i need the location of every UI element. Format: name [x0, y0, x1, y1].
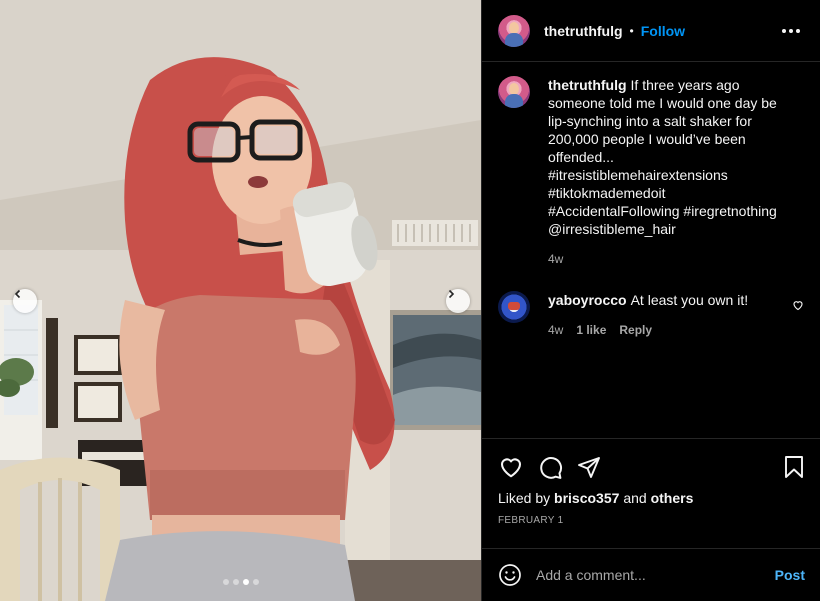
- reply-button[interactable]: Reply: [619, 323, 652, 337]
- comments-section: thetruthfulg If three years ago someone t…: [482, 62, 820, 438]
- liked-by-others[interactable]: others: [651, 490, 694, 506]
- post-header: thetruthfulg • Follow: [482, 0, 820, 62]
- instagram-post-modal: thetruthfulg • Follow thetruthfulg If thr…: [0, 0, 820, 601]
- slide-dot: [253, 579, 259, 585]
- chevron-right-icon: [448, 289, 455, 299]
- comment-like-button[interactable]: [792, 298, 804, 314]
- caption-username[interactable]: thetruthfulg: [548, 77, 627, 93]
- slide-dot-active: [243, 579, 249, 585]
- post-media[interactable]: [0, 0, 481, 601]
- author-avatar[interactable]: [498, 14, 530, 47]
- comment-input[interactable]: [536, 567, 775, 583]
- follow-button[interactable]: Follow: [641, 23, 685, 39]
- slide-dot: [233, 579, 239, 585]
- comment-icon: [540, 456, 562, 479]
- liked-by-and: and: [623, 490, 647, 506]
- share-button[interactable]: [577, 455, 601, 479]
- slide-indicator: [223, 579, 259, 585]
- comment-item: yaboyrocco At least you own it! 4w 1 like…: [498, 291, 804, 337]
- post-side-panel: thetruthfulg • Follow thetruthfulg If thr…: [481, 0, 820, 601]
- caption-body: If three years ago someone told me I wou…: [548, 77, 777, 237]
- more-dots-icon: [782, 28, 786, 33]
- more-options-button[interactable]: [778, 25, 804, 37]
- author-username[interactable]: thetruthfulg: [544, 23, 623, 39]
- caption-author-avatar[interactable]: [498, 76, 530, 108]
- heart-icon: [793, 301, 803, 311]
- media-photo: [0, 0, 481, 601]
- comment-meta: 4w 1 like Reply: [548, 323, 748, 337]
- liked-by-text: Liked by brisco357 and others: [498, 490, 805, 506]
- slide-dot: [223, 579, 229, 585]
- emoji-icon: [499, 564, 521, 586]
- post-comment-button[interactable]: Post: [775, 567, 805, 583]
- prev-slide-button[interactable]: [13, 289, 37, 313]
- comment-button[interactable]: [538, 455, 563, 480]
- caption-age: 4w: [548, 252, 564, 266]
- chevron-left-icon: [14, 289, 21, 299]
- comment-age: 4w: [548, 323, 564, 337]
- action-icons-row: [498, 453, 805, 481]
- post-date: FEBRUARY 1: [498, 515, 564, 526]
- liked-by-prefix: Liked by: [498, 490, 551, 506]
- save-button[interactable]: [783, 455, 805, 479]
- comment-body: At least you own it!: [630, 292, 749, 308]
- post-actions: Liked by brisco357 and others FEBRUARY 1: [482, 438, 820, 526]
- bookmark-icon: [785, 456, 803, 478]
- separator-dot: •: [629, 23, 634, 38]
- like-button[interactable]: [498, 454, 524, 480]
- commenter-username[interactable]: yaboyrocco: [548, 292, 627, 308]
- caption-row: thetruthfulg If three years ago someone t…: [498, 76, 804, 266]
- add-comment-bar: Post: [482, 548, 820, 601]
- heart-icon: [500, 458, 522, 478]
- liked-by-user[interactable]: brisco357: [554, 490, 619, 506]
- caption-text: thetruthfulg If three years ago someone t…: [548, 76, 788, 238]
- emoji-button[interactable]: [498, 563, 522, 587]
- share-icon: [578, 457, 600, 478]
- next-slide-button[interactable]: [446, 289, 470, 313]
- commenter-avatar[interactable]: [498, 291, 530, 323]
- comment-text: yaboyrocco At least you own it!: [548, 291, 748, 309]
- comment-likes-count[interactable]: 1 like: [576, 323, 606, 337]
